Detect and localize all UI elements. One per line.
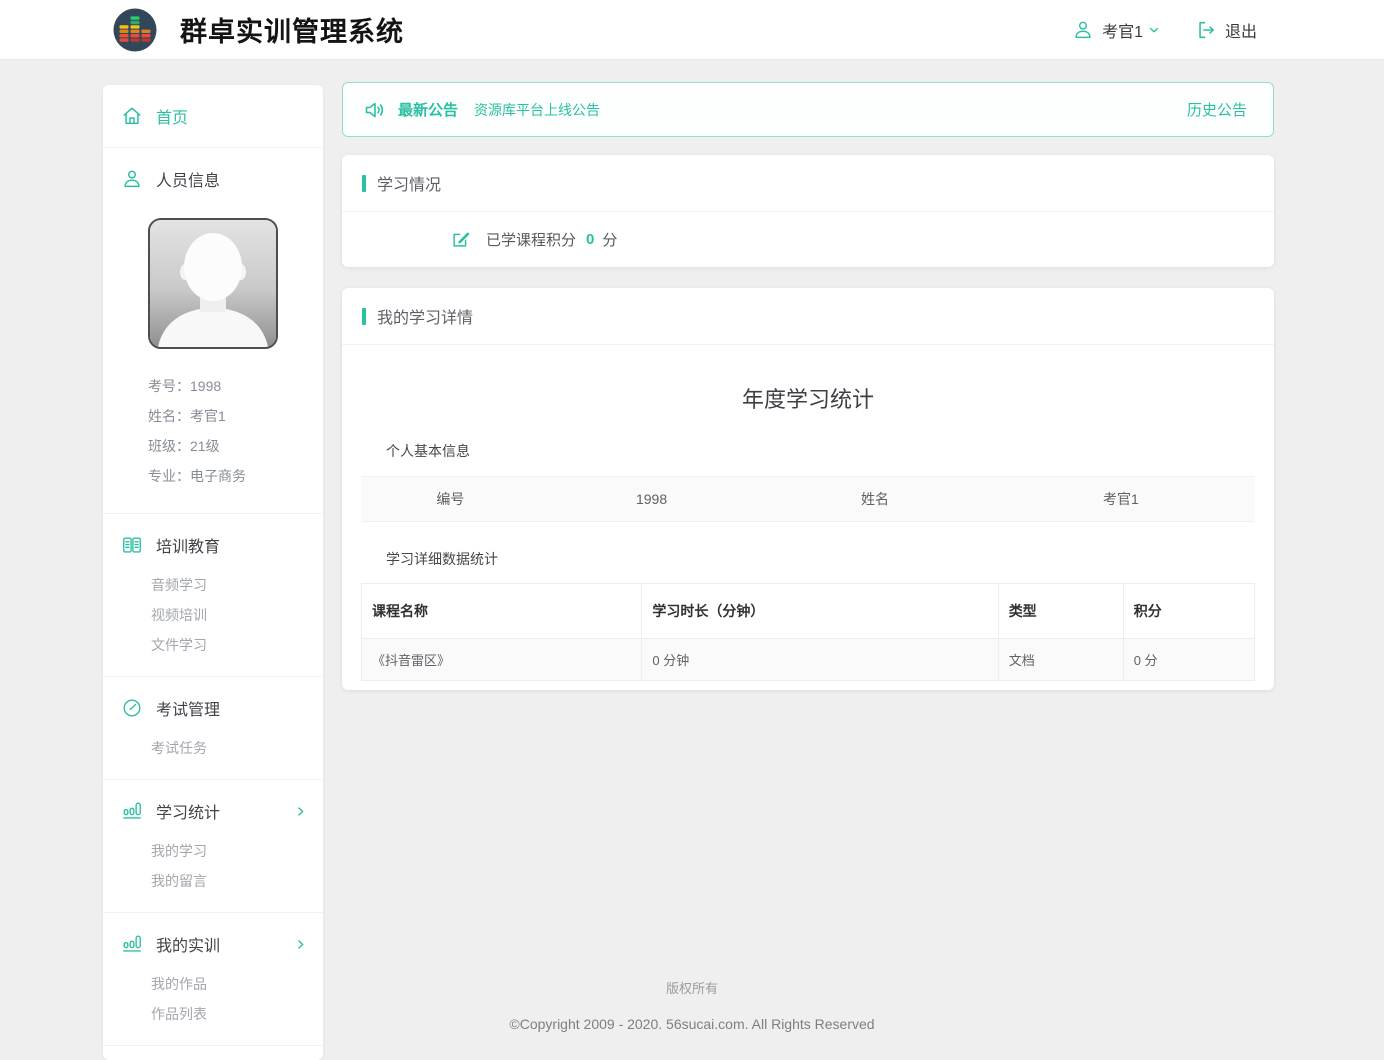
sidebar-item-study-stats[interactable]: 学习统计 xyxy=(103,786,323,836)
col-header-course-name: 课程名称 xyxy=(362,584,642,639)
cell-course-name: 《抖音雷区》 xyxy=(362,639,642,681)
user-name: 考官1 xyxy=(1102,18,1143,42)
home-icon xyxy=(121,105,143,127)
person-icon xyxy=(121,168,143,190)
app-title: 群卓实训管理系统 xyxy=(180,10,404,49)
announcement-latest-label: 最新公告 xyxy=(398,99,458,120)
study-detail-card: 我的学习详情 年度学习统计 个人基本信息 编号 1998 姓名 考官1 学习详细… xyxy=(342,288,1274,690)
sidebar-item-label: 学习统计 xyxy=(156,799,220,823)
sidebar-item-exam-management[interactable]: 考试管理 xyxy=(103,683,323,733)
profile-field-exam-no: 考号：1998 xyxy=(148,371,323,401)
top-header: 群卓实训管理系统 考官1 xyxy=(0,0,1384,60)
profile-fields: 考号：1998 姓名：考官1 班级：21级 专业：电子商务 xyxy=(103,361,323,507)
sidebar-item-label: 培训教育 xyxy=(156,533,220,557)
cell-duration: 0 分钟 xyxy=(642,639,998,681)
sidebar: 首页 人员信息 xyxy=(103,85,323,1060)
sidebar-subitem-audio-study[interactable]: 音频学习 xyxy=(151,570,323,600)
logout-label: 退出 xyxy=(1225,18,1257,42)
profile-field-major: 专业：电子商务 xyxy=(148,461,323,491)
page-footer: 版权所有 ©Copyright 2009 - 2020. 56sucai.com… xyxy=(0,978,1384,1032)
cell-score: 0 分 xyxy=(1123,639,1254,681)
brand: 群卓实训管理系统 xyxy=(112,7,404,53)
sidebar-item-label: 人员信息 xyxy=(156,167,220,191)
clock-icon xyxy=(121,697,143,719)
edit-icon xyxy=(450,228,472,250)
table-row: 《抖音雷区》 0 分钟 文档 0 分 xyxy=(362,639,1255,681)
avatar xyxy=(148,218,278,349)
basic-info-name-value: 考官1 xyxy=(987,489,1255,509)
sidebar-subitem-file-study[interactable]: 文件学习 xyxy=(151,630,323,660)
study-status-title: 学习情况 xyxy=(377,171,441,195)
basic-info-name-label: 姓名 xyxy=(763,489,987,509)
user-menu[interactable]: 考官1 xyxy=(1072,18,1161,42)
score-unit: 分 xyxy=(602,229,617,250)
col-header-duration: 学习时长（分钟） xyxy=(642,584,998,639)
score-value: 0 xyxy=(586,231,594,248)
title-accent-bar xyxy=(362,175,366,192)
bar-chart-icon xyxy=(121,800,143,822)
history-announcements-link[interactable]: 历史公告 xyxy=(1187,99,1247,120)
sidebar-item-label: 首页 xyxy=(156,104,188,128)
profile-field-class: 班级：21级 xyxy=(148,431,323,461)
basic-info-row: 编号 1998 姓名 考官1 xyxy=(361,476,1255,522)
chevron-right-icon xyxy=(294,938,307,951)
basic-info-id-value: 1998 xyxy=(540,491,764,507)
chevron-right-icon xyxy=(294,805,307,818)
announcement-bar: 最新公告 资源库平台上线公告 历史公告 xyxy=(342,82,1274,137)
user-icon xyxy=(1072,19,1094,41)
sidebar-item-my-practice[interactable]: 我的实训 xyxy=(103,919,323,969)
basic-info-id-label: 编号 xyxy=(361,489,540,509)
sidebar-item-label: 我的实训 xyxy=(156,932,220,956)
study-detail-title: 我的学习详情 xyxy=(377,304,473,328)
col-header-score: 积分 xyxy=(1123,584,1254,639)
open-book-icon xyxy=(121,534,143,556)
cell-type: 文档 xyxy=(998,639,1123,681)
study-stats-table: 课程名称 学习时长（分钟） 类型 积分 《抖音雷区》 0 分钟 文档 0 分 xyxy=(361,583,1255,681)
study-status-card: 学习情况 已学课程积分 0 分 xyxy=(342,155,1274,267)
profile-field-name: 姓名：考官1 xyxy=(148,401,323,431)
logout-button[interactable]: 退出 xyxy=(1195,18,1257,42)
annual-stats-title: 年度学习统计 xyxy=(361,382,1255,414)
sidebar-subitem-video-training[interactable]: 视频培训 xyxy=(151,600,323,630)
detail-stats-label: 学习详细数据统计 xyxy=(386,549,1255,569)
title-accent-bar xyxy=(362,308,366,325)
basic-info-label: 个人基本信息 xyxy=(386,441,1255,461)
sidebar-item-training[interactable]: 培训教育 xyxy=(103,520,323,570)
bar-chart-icon xyxy=(121,933,143,955)
sidebar-item-profile[interactable]: 人员信息 xyxy=(103,154,323,204)
chevron-down-icon xyxy=(1147,23,1161,37)
copyright-label: 版权所有 xyxy=(0,978,1384,997)
sidebar-item-home[interactable]: 首页 xyxy=(103,91,323,141)
sidebar-subitem-exam-tasks[interactable]: 考试任务 xyxy=(151,733,323,763)
sidebar-subitem-my-study[interactable]: 我的学习 xyxy=(151,836,323,866)
announcement-link[interactable]: 资源库平台上线公告 xyxy=(474,100,600,120)
sidebar-subitem-my-messages[interactable]: 我的留言 xyxy=(151,866,323,896)
app-logo-icon xyxy=(112,7,158,53)
logout-icon xyxy=(1195,19,1217,41)
col-header-type: 类型 xyxy=(998,584,1123,639)
copyright-text: ©Copyright 2009 - 2020. 56sucai.com. All… xyxy=(0,1016,1384,1032)
sidebar-item-label: 考试管理 xyxy=(156,696,220,720)
speaker-icon xyxy=(363,98,387,122)
score-label: 已学课程积分 xyxy=(486,229,576,250)
